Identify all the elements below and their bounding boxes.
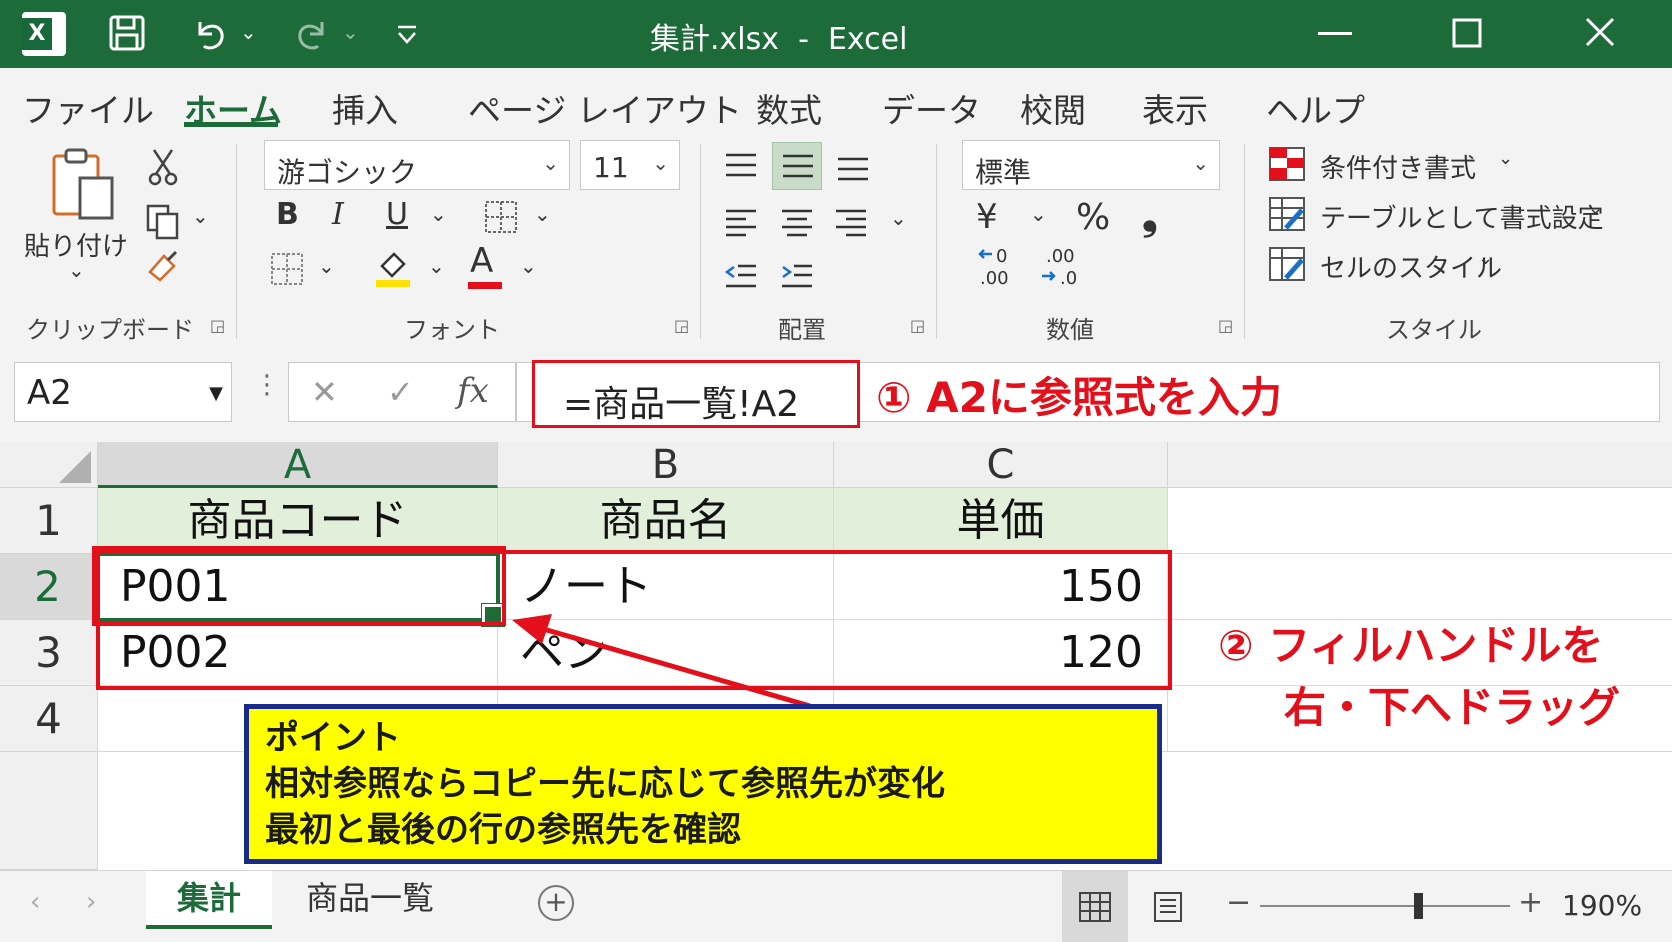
- status-bar: ‹ › 集計 商品一覧 + − + 190%: [0, 870, 1672, 942]
- scroll-left-icon[interactable]: ‹: [30, 887, 40, 917]
- zoom-slider-track[interactable]: [1260, 905, 1510, 907]
- zoom-out-button[interactable]: −: [1226, 885, 1251, 920]
- page-layout-view-icon[interactable]: [1152, 891, 1184, 923]
- point-line1: 相対参照ならコピー先に応じて参照先が変化: [265, 764, 945, 804]
- plus-icon: +: [544, 885, 568, 918]
- scroll-right-icon[interactable]: ›: [86, 887, 96, 917]
- point-callout: ポイント 相対参照ならコピー先に応じて参照先が変化 最初と最後の行の参照先を確認: [244, 704, 1162, 864]
- annotation-step2-line1: ② フィルハンドルを: [1218, 621, 1604, 670]
- zoom-slider-thumb[interactable]: [1414, 893, 1423, 919]
- zoom-in-button[interactable]: +: [1518, 885, 1543, 920]
- point-line2: 最初と最後の行の参照先を確認: [265, 810, 741, 850]
- sheet-tab-products[interactable]: 商品一覧: [280, 871, 460, 929]
- normal-view-button[interactable]: [1062, 871, 1128, 942]
- sheet-tab-summary[interactable]: 集計: [146, 871, 272, 929]
- zoom-level[interactable]: 190%: [1562, 889, 1642, 922]
- annotation-step2-line2: 右・下へドラッグ: [1284, 683, 1621, 732]
- point-title: ポイント: [265, 718, 401, 758]
- add-sheet-button[interactable]: +: [538, 885, 574, 921]
- normal-view-icon: [1079, 892, 1111, 922]
